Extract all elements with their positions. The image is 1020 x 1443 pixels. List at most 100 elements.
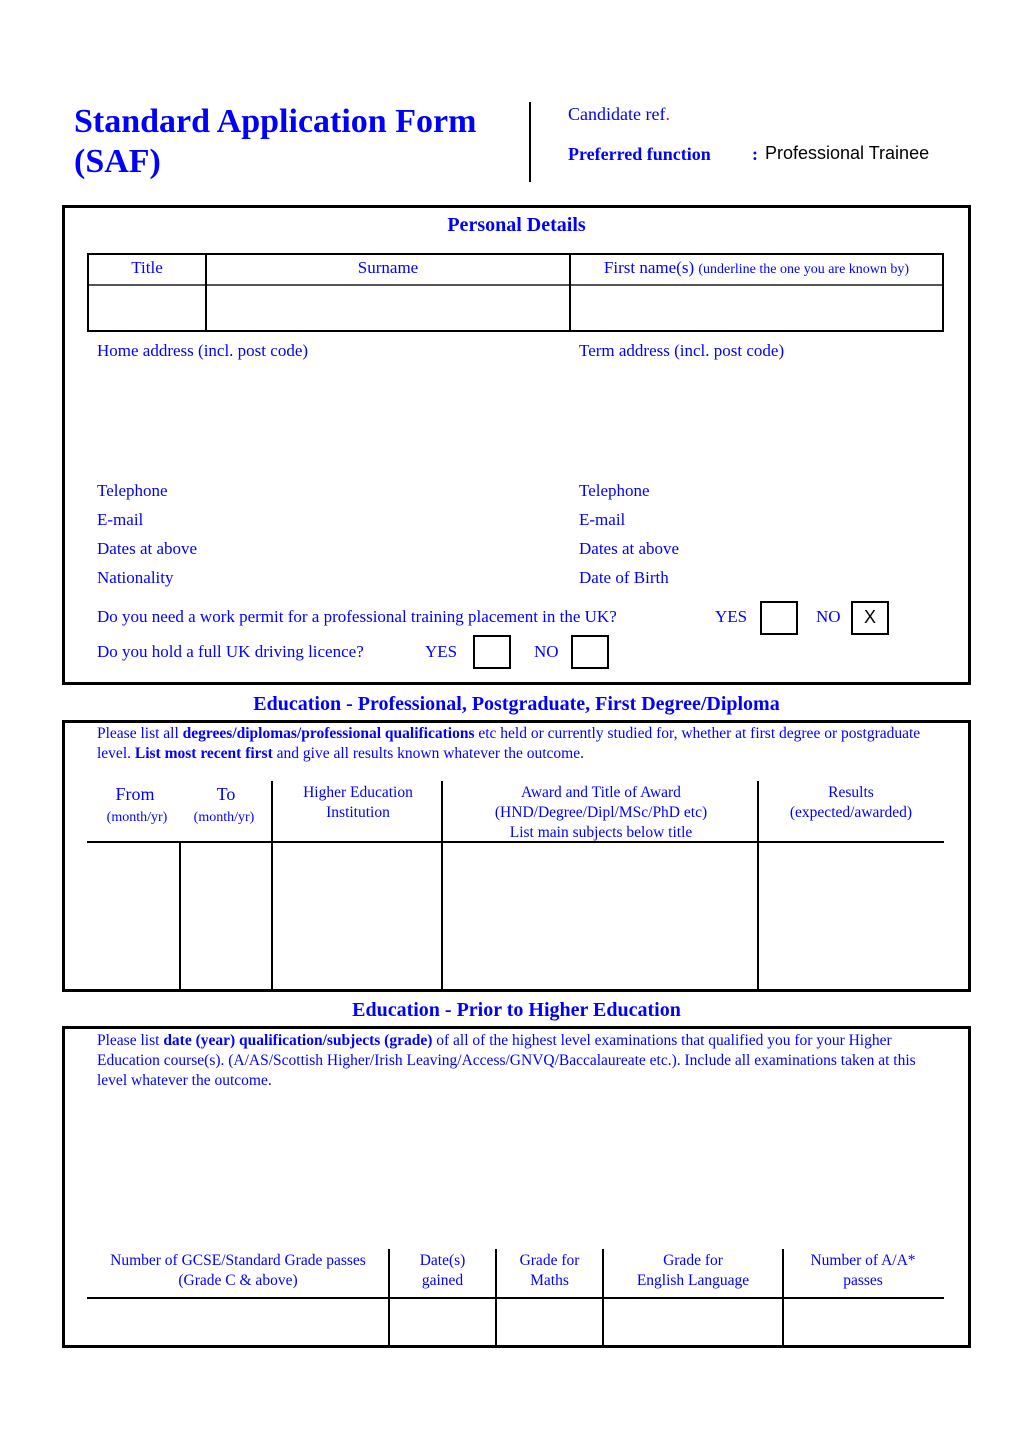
column-divider xyxy=(602,1249,604,1346)
home-address-label: Home address (incl. post code) xyxy=(97,341,309,360)
candidate-ref-label: Candidate ref. xyxy=(568,104,670,125)
driving-licence-no-label: NO xyxy=(534,642,559,661)
form-title-line2: (SAF) xyxy=(74,143,161,180)
award-input[interactable] xyxy=(444,845,756,987)
instr-text: Please list all xyxy=(97,725,183,742)
personal-details-title: Personal Details xyxy=(447,214,586,236)
institution-input[interactable] xyxy=(274,845,440,987)
home-email-label: E-mail xyxy=(97,510,144,529)
work-permit-question: Do you need a work permit for a professi… xyxy=(97,607,617,626)
header-divider xyxy=(529,102,531,182)
prior-examinations-input[interactable] xyxy=(97,1095,947,1235)
col-header-maths: Grade for Maths xyxy=(497,1251,602,1291)
date-of-birth-label: Date of Birth xyxy=(579,568,669,587)
education-higher-header-rule xyxy=(87,841,944,843)
instr-text: and give all results known whatever the … xyxy=(272,745,584,762)
surname-input[interactable] xyxy=(207,286,569,330)
col-header-dates-line1: Date(s) xyxy=(419,1252,466,1269)
firstname-input[interactable] xyxy=(571,286,942,330)
col-header-gcse-line2: (Grade C & above) xyxy=(178,1272,298,1289)
gcse-passes-input[interactable] xyxy=(89,1301,386,1344)
col-header-institution-line1: Higher Education xyxy=(303,784,413,801)
home-telephone-label: Telephone xyxy=(97,481,168,500)
name-table-header-title: Title xyxy=(131,258,163,277)
col-header-results: Results (expected/awarded) xyxy=(760,783,942,823)
term-telephone-label: Telephone xyxy=(579,481,650,500)
column-divider xyxy=(441,781,443,989)
col-header-from: From xyxy=(115,784,155,804)
col-header-a-passes-line1: Number of A/A* xyxy=(810,1252,916,1269)
instr-bold: List most recent first xyxy=(134,745,273,762)
col-header-award-line1: Award and Title of Award xyxy=(521,784,681,801)
column-divider xyxy=(757,781,759,989)
col-header-english: Grade for English Language xyxy=(604,1251,782,1291)
col-header-gcse: Number of GCSE/Standard Grade passes (Gra… xyxy=(89,1251,387,1291)
col-header-gcse-line1: Number of GCSE/Standard Grade passes xyxy=(110,1252,366,1269)
column-divider xyxy=(271,781,273,989)
name-table-header-firstname: First name(s) (underline the one you are… xyxy=(571,258,942,278)
firstname-label: First name(s) xyxy=(603,258,695,277)
col-header-to-sub: (month/yr) xyxy=(193,810,255,825)
driving-licence-no-checkbox[interactable] xyxy=(571,635,609,669)
work-permit-yes-checkbox[interactable] xyxy=(760,601,798,635)
col-header-from-sub: (month/yr) xyxy=(106,810,168,825)
candidate-ref-dot: . xyxy=(665,104,670,124)
home-address-input[interactable] xyxy=(97,365,557,475)
firstname-note: (underline the one you are known by) xyxy=(698,262,910,277)
dates-gained-input[interactable] xyxy=(391,1301,494,1344)
column-divider xyxy=(388,1249,390,1346)
col-header-dates: Date(s) gained xyxy=(390,1251,495,1291)
column-divider xyxy=(495,1249,497,1346)
preferred-function-colon: : xyxy=(752,144,758,164)
work-permit-no-label: NO xyxy=(816,607,841,626)
english-grade-input[interactable] xyxy=(605,1301,781,1344)
term-dates-label: Dates at above xyxy=(579,539,680,558)
col-header-institution-line2: Institution xyxy=(326,804,390,821)
maths-grade-input[interactable] xyxy=(498,1301,601,1344)
term-email-label: E-mail xyxy=(579,510,626,529)
candidate-ref-text: Candidate ref xyxy=(568,104,666,124)
col-header-english-line2: English Language xyxy=(636,1272,750,1289)
col-header-maths-line1: Grade for xyxy=(519,1252,580,1269)
instr-bold: degrees/diplomas/professional qualificat… xyxy=(182,725,475,742)
education-higher-instructions: Please list all degrees/diplomas/profess… xyxy=(97,724,947,764)
home-dates-label: Dates at above xyxy=(97,539,198,558)
term-address-input[interactable] xyxy=(579,365,939,475)
col-header-english-line1: Grade for xyxy=(663,1252,723,1269)
name-table-header-surname: Surname xyxy=(357,258,419,277)
col-header-award-line2: (HND/Degree/Dipl/MSc/PhD etc) xyxy=(494,804,708,821)
col-header-maths-line2: Maths xyxy=(530,1272,569,1289)
column-divider xyxy=(179,841,181,989)
nationality-label: Nationality xyxy=(97,568,174,587)
title-input[interactable] xyxy=(89,286,205,330)
education-prior-title: Education - Prior to Higher Education xyxy=(352,999,681,1021)
education-higher-title: Education - Professional, Postgraduate, … xyxy=(253,693,780,715)
from-input[interactable] xyxy=(66,845,178,987)
results-input[interactable] xyxy=(760,845,965,987)
to-input[interactable] xyxy=(182,845,270,987)
driving-licence-yes-checkbox[interactable] xyxy=(473,635,511,669)
preferred-function-value[interactable]: Professional Trainee xyxy=(765,143,929,164)
col-header-a-passes-line2: passes xyxy=(843,1272,883,1289)
driving-licence-question: Do you hold a full UK driving licence? xyxy=(97,642,364,661)
work-permit-yes-label: YES xyxy=(715,607,748,626)
education-prior-instructions: Please list date (year) qualification/su… xyxy=(97,1031,947,1091)
col-header-award: Award and Title of Award (HND/Degree/Dipl… xyxy=(444,783,758,843)
col-header-results-line1: Results xyxy=(828,784,874,801)
name-table: Title Surname First name(s) (underline t… xyxy=(87,253,944,332)
col-header-dates-line2: gained xyxy=(421,1272,464,1289)
driving-licence-yes-label: YES xyxy=(425,642,458,661)
col-header-to: To xyxy=(216,784,236,804)
preferred-function-label: Preferred function xyxy=(568,144,711,164)
col-header-a-passes: Number of A/A* passes xyxy=(784,1251,942,1291)
col-header-results-line2: (expected/awarded) xyxy=(789,804,913,821)
column-divider xyxy=(782,1249,784,1346)
col-header-institution: Higher Education Institution xyxy=(274,783,442,823)
form-title: Standard Application Form (SAF) xyxy=(74,102,476,182)
term-address-label: Term address (incl. post code) xyxy=(579,341,785,360)
instr-bold: date (year) qualification/subjects (grad… xyxy=(163,1032,433,1049)
a-passes-input[interactable] xyxy=(785,1301,943,1344)
work-permit-no-checkbox[interactable]: X xyxy=(851,601,889,635)
col-header-award-line3: List main subjects below title xyxy=(509,824,693,841)
instr-text: Please list xyxy=(97,1032,164,1049)
